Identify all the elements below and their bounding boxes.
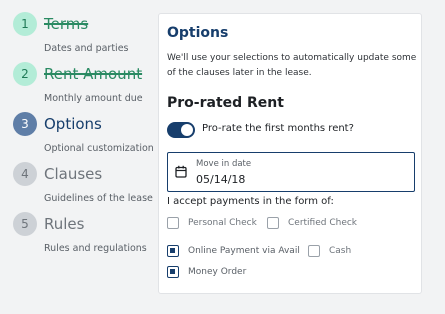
checkbox-label: Cash [329, 246, 352, 256]
step-clauses[interactable]: 4 Clauses Guidelines of the lease [13, 162, 161, 208]
checkbox-box[interactable] [167, 245, 179, 257]
step-number-badge: 5 [13, 212, 37, 236]
card-description: We'll use your selections to automatical… [167, 53, 417, 78]
step-options[interactable]: 3 Options Optional customization [13, 112, 161, 158]
step-subtitle: Dates and parties [44, 43, 129, 54]
step-terms[interactable]: 1 Terms Dates and parties [13, 12, 161, 58]
step-subtitle: Rules and regulations [44, 243, 147, 254]
prorate-toggle[interactable] [167, 122, 195, 138]
step-title: Terms [44, 15, 89, 33]
step-rent-amount[interactable]: 2 Rent Amount Monthly amount due [13, 62, 161, 108]
checkbox-box[interactable] [267, 217, 279, 229]
payment-forms-label: I accept payments in the form of: [167, 196, 334, 207]
step-number-badge: 3 [13, 112, 37, 136]
toggle-knob [181, 124, 193, 136]
step-rules[interactable]: 5 Rules Rules and regulations [13, 212, 161, 258]
move-in-date-label: Move in date [196, 159, 252, 169]
checkbox-box[interactable] [167, 266, 179, 278]
checkbox-label: Money Order [188, 267, 247, 277]
checkbox-label: Personal Check [188, 218, 257, 228]
step-title: Rules [44, 215, 85, 233]
checkbox-label: Certified Check [288, 218, 358, 228]
move-in-date-field[interactable]: Move in date [167, 152, 415, 192]
checkbox-box[interactable] [167, 217, 179, 229]
step-title: Clauses [44, 165, 103, 183]
checkbox-label: Online Payment via Avail [188, 246, 300, 256]
options-card: Options We'll use your selections to aut… [158, 13, 422, 294]
step-number-badge: 2 [13, 62, 37, 86]
move-in-date-input[interactable] [196, 173, 396, 186]
step-number-badge: 1 [13, 12, 37, 36]
prorate-toggle-label: Pro-rate the first months rent? [202, 123, 354, 134]
step-subtitle: Monthly amount due [44, 93, 143, 104]
step-number-badge: 4 [13, 162, 37, 186]
step-subtitle: Optional customization [44, 143, 154, 154]
calendar-icon [175, 165, 187, 178]
card-title: Options [167, 25, 229, 41]
prorated-heading: Pro-rated Rent [167, 95, 284, 111]
step-title: Rent Amount [44, 65, 143, 83]
step-title: Options [44, 115, 102, 133]
step-subtitle: Guidelines of the lease [44, 193, 153, 204]
checkbox-box[interactable] [308, 245, 320, 257]
